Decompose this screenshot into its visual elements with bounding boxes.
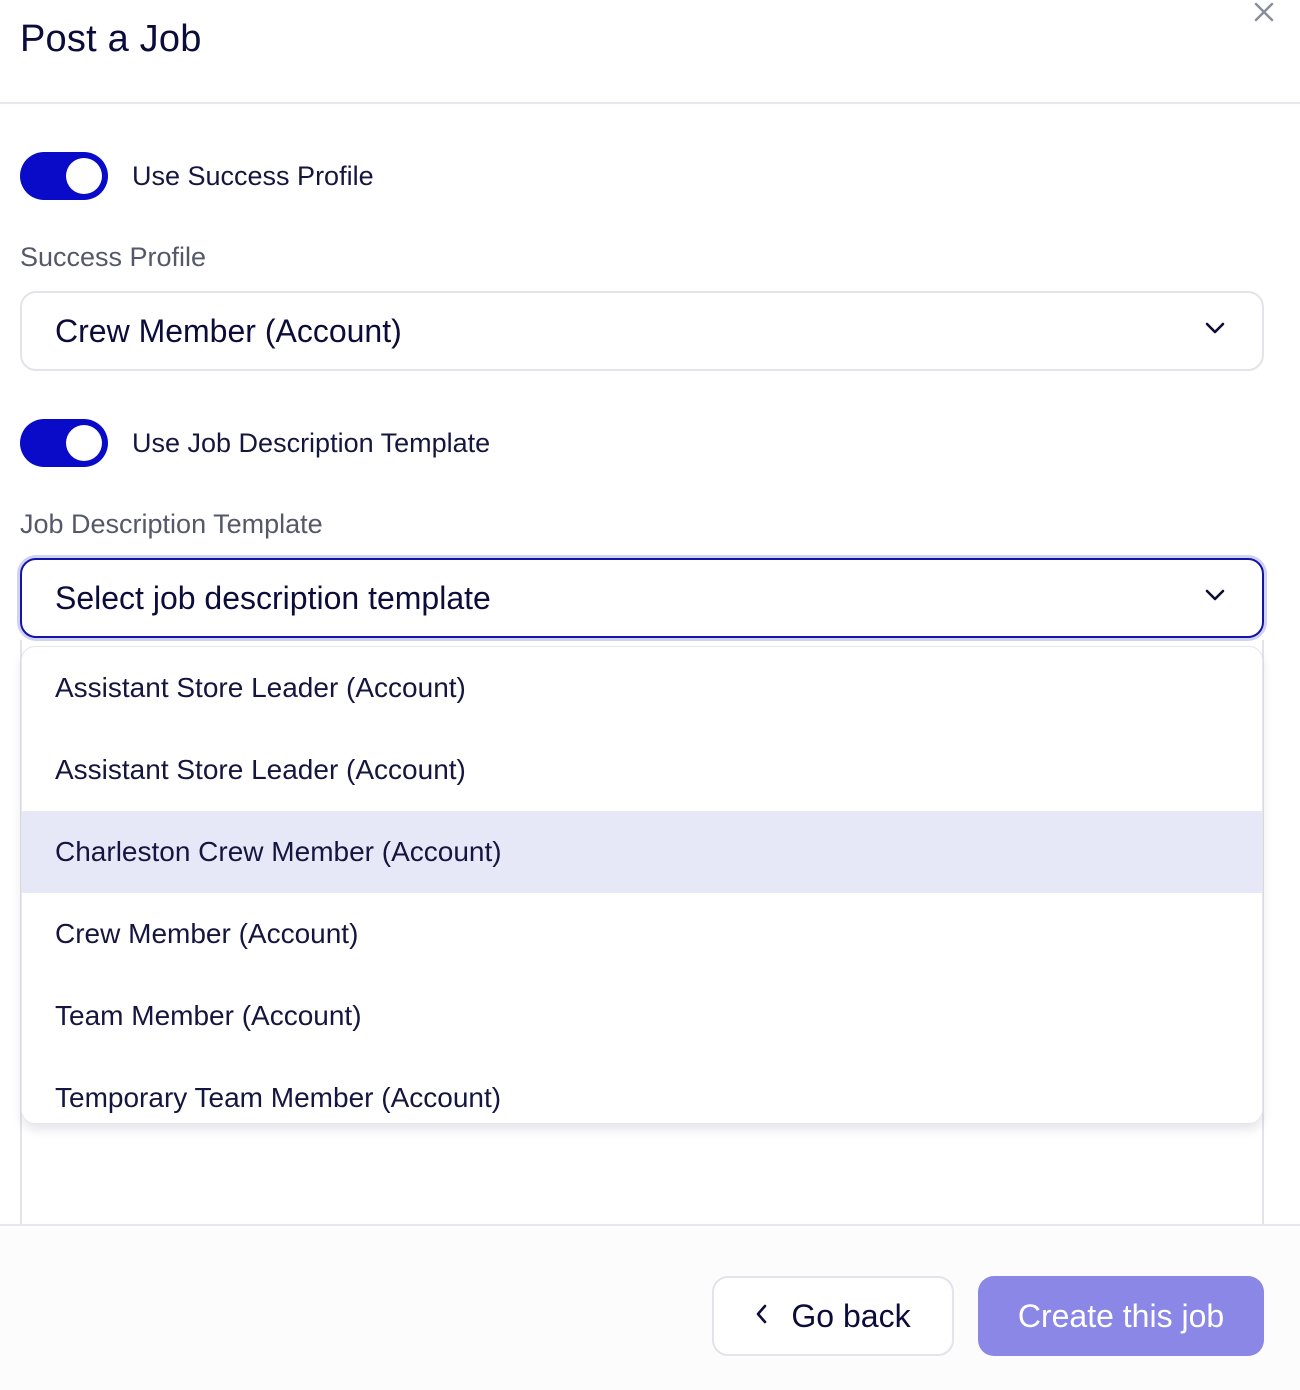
template-dropdown-menu: Assistant Store Leader (Account) Assista… xyxy=(21,646,1263,1124)
success-profile-select[interactable]: Crew Member (Account) xyxy=(20,291,1264,371)
template-select[interactable]: Select job description template xyxy=(20,558,1264,638)
use-success-profile-toggle-row[interactable]: Use Success Profile xyxy=(20,152,374,200)
modal-header: Post a Job xyxy=(0,0,1300,104)
dropdown-option[interactable]: Assistant Store Leader (Account) xyxy=(22,729,1262,811)
page-title: Post a Job xyxy=(20,18,202,60)
create-job-label: Create this job xyxy=(1017,1297,1225,1334)
chevron-down-icon xyxy=(1204,321,1226,340)
use-template-toggle-row[interactable]: Use Job Description Template xyxy=(20,419,490,467)
chevron-down-icon xyxy=(1204,588,1226,607)
dropdown-option[interactable]: Team Member (Account) xyxy=(22,975,1262,1057)
dropdown-option-highlighted[interactable]: Charleston Crew Member (Account) xyxy=(22,811,1262,893)
dropdown-option[interactable]: Temporary Team Member (Account) xyxy=(22,1057,1262,1123)
template-label: Job Description Template xyxy=(20,509,323,539)
toggle-knob xyxy=(66,158,102,194)
create-job-button[interactable]: Create this job xyxy=(978,1276,1264,1356)
close-icon[interactable] xyxy=(1250,0,1278,26)
use-template-toggle[interactable] xyxy=(20,419,108,467)
use-success-profile-label: Use Success Profile xyxy=(132,160,374,191)
success-profile-label: Success Profile xyxy=(20,242,207,272)
go-back-label: Go back xyxy=(791,1297,911,1334)
use-template-label: Use Job Description Template xyxy=(132,427,491,458)
dropdown-option[interactable]: Assistant Store Leader (Account) xyxy=(22,647,1262,729)
go-back-button[interactable]: Go back xyxy=(712,1276,954,1356)
modal-footer: Go back Create this job xyxy=(0,1224,1300,1390)
template-placeholder: Select job description template xyxy=(55,580,491,616)
chevron-left-icon xyxy=(755,1303,769,1330)
success-profile-value: Crew Member (Account) xyxy=(55,313,402,349)
dropdown-option[interactable]: Crew Member (Account) xyxy=(22,893,1262,975)
use-success-profile-toggle[interactable] xyxy=(20,152,108,200)
toggle-knob xyxy=(66,425,102,461)
